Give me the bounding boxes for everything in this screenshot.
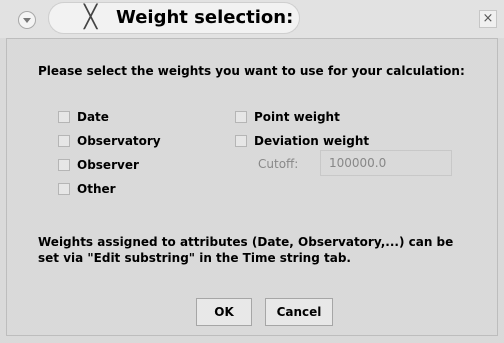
window-title: Weight selection: (116, 7, 294, 28)
instruction-text: Please select the weights you want to us… (38, 64, 465, 78)
note-line-2: set via "Edit substring" in the Time str… (38, 251, 351, 265)
checkbox-other[interactable]: Other (58, 181, 116, 197)
cutoff-field[interactable]: 100000.0 (320, 150, 452, 176)
checkbox-label: Date (77, 110, 109, 124)
checkbox-box[interactable] (235, 135, 247, 147)
title-bar[interactable]: ╳ Weight selection: × (0, 0, 504, 38)
checkbox-label: Observer (77, 158, 139, 172)
checkbox-observatory[interactable]: Observatory (58, 133, 161, 149)
checkbox-label: Point weight (254, 110, 340, 124)
checkbox-box[interactable] (58, 183, 70, 195)
checkbox-label: Observatory (77, 134, 161, 148)
checkbox-observer[interactable]: Observer (58, 157, 139, 173)
ok-button[interactable]: OK (196, 298, 252, 326)
checkbox-box[interactable] (58, 111, 70, 123)
window-menu-button[interactable] (18, 11, 36, 29)
checkbox-deviation-weight[interactable]: Deviation weight (235, 133, 369, 149)
checkbox-box[interactable] (58, 159, 70, 171)
note-line-1: Weights assigned to attributes (Date, Ob… (38, 235, 454, 249)
cancel-button[interactable]: Cancel (265, 298, 333, 326)
close-icon[interactable]: × (479, 10, 497, 28)
weights-note: Weights assigned to attributes (Date, Ob… (38, 234, 478, 266)
checkbox-label: Other (77, 182, 116, 196)
checkbox-date[interactable]: Date (58, 109, 109, 125)
weight-selection-dialog: ╳ Weight selection: × Please select the … (0, 0, 504, 343)
checkbox-point-weight[interactable]: Point weight (235, 109, 340, 125)
cutoff-label: Cutoff: (258, 157, 299, 171)
checkbox-label: Deviation weight (254, 134, 370, 148)
x-logo-icon: ╳ (84, 5, 98, 30)
checkbox-box[interactable] (235, 111, 247, 123)
checkbox-box[interactable] (58, 135, 70, 147)
